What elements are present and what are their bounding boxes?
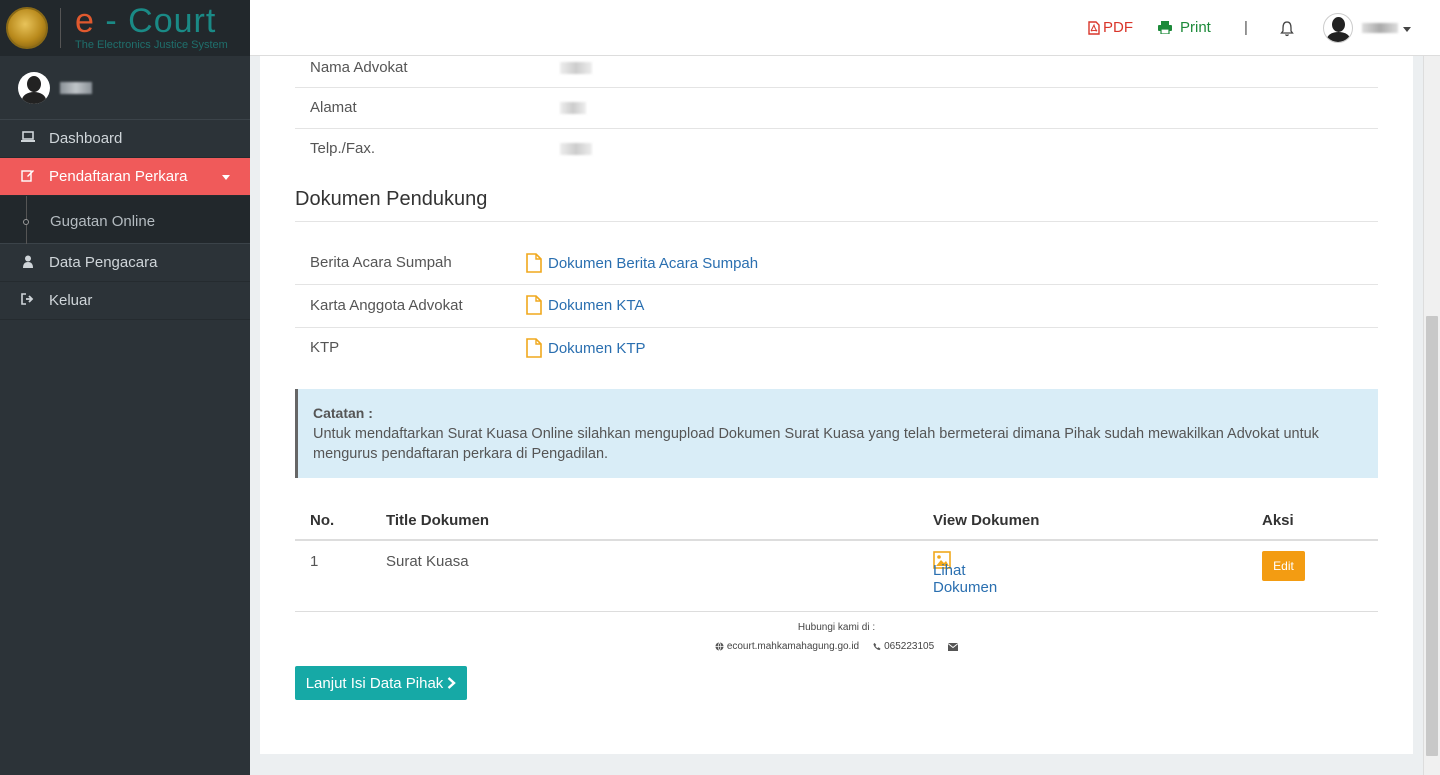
cell-title: Surat Kuasa [386,553,469,570]
note-title: Catatan : [313,405,373,421]
brand[interactable]: e - Court The Electronics Justice System [0,0,250,56]
info-row-alamat: Alamat [295,88,1378,129]
page-scrollbar[interactable] [1423,56,1440,775]
sidebar-subitem-gugatan-online[interactable]: Gugatan Online [50,213,155,230]
file-icon [526,295,542,315]
caret-down-icon[interactable] [1403,27,1411,32]
laptop-icon [20,131,36,146]
cell-no: 1 [310,553,319,570]
sidebar-item-label: Data Pengacara [49,254,158,271]
sidebar-item-dashboard[interactable]: Dashboard [0,120,250,158]
info-value-redacted [560,62,592,74]
print-label: Print [1180,19,1211,36]
file-icon [526,338,542,358]
doc-row-berita-acara-sumpah: Berita Acara Sumpah Dokumen Berita Acara… [295,242,1378,285]
doc-link-label: Dokumen KTA [548,296,645,314]
lanjut-isi-data-pihak-button[interactable]: Lanjut Isi Data Pihak [295,666,467,700]
col-header-aksi: Aksi [1262,512,1294,529]
section-title-dokumen-pendukung: Dokumen Pendukung [295,188,488,210]
brand-title-rest: - Court [94,2,217,40]
print-button[interactable]: Print [1158,19,1211,36]
circle-icon [23,219,29,225]
scrollbar-thumb[interactable] [1426,316,1438,756]
doc-link-ktp[interactable]: Dokumen KTP [526,338,646,358]
info-label: Alamat [310,99,357,116]
sign-out-icon [20,293,36,308]
info-row-nama-advokat: Nama Advokat [295,56,1378,88]
brand-divider [60,8,61,48]
table-row: 1 Surat Kuasa Lihat Dokumen Edit [295,541,1378,612]
brand-text: e - Court The Electronics Justice System [75,2,228,51]
sidebar: e - Court The Electronics Justice System… [0,0,250,775]
envelope-icon[interactable] [948,642,959,651]
note-text: Untuk mendaftarkan Surat Kuasa Online si… [313,426,1319,462]
sidebar-submenu: Gugatan Online [0,196,250,244]
doc-link-berita-acara-sumpah[interactable]: Dokumen Berita Acara Sumpah [526,253,758,273]
sidebar-item-label: Pendaftaran Perkara [49,168,188,185]
sidebar-item-label: Dashboard [49,130,123,147]
col-header-title: Title Dokumen [386,512,490,529]
user-menu-avatar[interactable] [1323,13,1353,43]
contact-website[interactable]: ecourt.mahkamahagung.go.id [715,641,859,652]
view-document-label: Lihat Dokumen [933,562,998,596]
brand-title-e: e [75,2,95,40]
brand-subtitle: The Electronics Justice System [75,39,228,51]
contact-website-label: ecourt.mahkamahagung.go.id [726,641,860,652]
topbar-separator: | [1244,19,1248,36]
info-value-redacted [560,143,592,155]
user-avatar [18,71,50,104]
info-value-redacted [560,102,586,114]
edit-button[interactable]: Edit [1262,551,1305,581]
file-icon [526,253,542,273]
sidebar-item-data-pengacara[interactable]: Data Pengacara [0,244,250,282]
caret-down-icon [222,175,230,180]
info-row-telp-fax: Telp./Fax. [295,129,1378,170]
user-name-redacted [60,81,92,94]
doc-link-kta[interactable]: Dokumen KTA [526,295,644,315]
col-header-view: View Dokumen [933,512,1040,529]
phone-icon [873,642,881,651]
globe-icon [715,642,724,651]
contact-line: ecourt.mahkamahagung.go.id 065223105 [295,641,1378,652]
doc-label: Berita Acara Sumpah [310,254,452,271]
brand-title: e - Court [75,2,228,40]
view-document-link[interactable]: Lihat Dokumen [933,551,997,596]
content-card: Nama Advokat Alamat Telp./Fax. Dokumen P… [260,56,1413,754]
table-header: No. Title Dokumen View Dokumen Aksi [295,501,1378,541]
contact-phone-label: 065223105 [884,641,935,652]
mahkamah-agung-emblem-icon [6,7,48,49]
doc-link-label: Dokumen Berita Acara Sumpah [548,254,759,272]
user-menu-name-redacted[interactable] [1362,23,1398,33]
contact-heading: Hubungi kami di : [797,622,876,633]
print-icon [1158,21,1172,34]
sidebar-item-label: Keluar [49,292,93,309]
doc-label: Karta Anggota Advokat [310,297,463,314]
bell-icon[interactable] [1280,21,1294,37]
info-label: Telp./Fax. [310,140,376,157]
section-divider [295,221,1378,222]
pdf-button[interactable]: PDF [1088,19,1133,36]
user-icon [20,255,36,271]
info-label: Nama Advokat [310,59,408,76]
user-panel [0,56,250,120]
doc-row-karta-anggota-advokat: Karta Anggota Advokat Dokumen KTA [295,285,1378,328]
note-callout: Catatan : Untuk mendaftarkan Surat Kuasa… [295,389,1378,478]
doc-label: KTP [310,339,340,356]
pdf-label: PDF [1103,19,1133,36]
sidebar-item-keluar[interactable]: Keluar [0,282,250,320]
contact-footer: Hubungi kami di : ecourt.mahkamahagung.g… [295,622,1378,652]
doc-row-ktp: KTP Dokumen KTP [295,328,1378,371]
topbar: PDF Print | [250,0,1440,56]
chevron-right-icon [447,677,457,689]
doc-link-label: Dokumen KTP [548,339,646,357]
sidebar-item-pendaftaran-perkara[interactable]: Pendaftaran Perkara [0,158,250,196]
file-pdf-icon [1088,20,1100,35]
col-header-no: No. [310,512,335,529]
contact-phone[interactable]: 065223105 [873,641,934,652]
next-button-label: Lanjut Isi Data Pihak [305,674,444,692]
edit-icon [20,168,36,185]
